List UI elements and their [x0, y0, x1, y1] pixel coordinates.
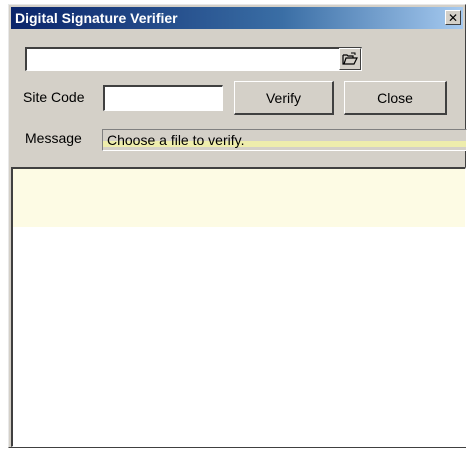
folder-open-icon [342, 52, 358, 65]
verify-button-label: Verify [265, 89, 301, 106]
verifier-window: Digital Signature Verifier ✕ Site Code V… [8, 4, 467, 448]
output-area[interactable] [11, 167, 466, 447]
file-path-input[interactable] [25, 47, 362, 71]
output-highlight [13, 169, 465, 227]
message-label: Message [25, 130, 82, 146]
message-text: Choose a file to verify. [107, 132, 245, 148]
verify-button[interactable]: Verify [234, 81, 334, 115]
message-field: Choose a file to verify. [102, 129, 467, 151]
browse-file-button[interactable] [339, 48, 361, 70]
close-button-label: Close [377, 89, 413, 106]
close-icon: ✕ [447, 10, 459, 25]
close-button[interactable]: Close [344, 81, 447, 115]
title-close-button[interactable]: ✕ [445, 10, 461, 25]
window-title: Digital Signature Verifier [15, 10, 178, 26]
site-code-input[interactable] [103, 85, 223, 111]
title-bar[interactable]: Digital Signature Verifier ✕ [11, 7, 463, 29]
site-code-label: Site Code [23, 89, 85, 105]
